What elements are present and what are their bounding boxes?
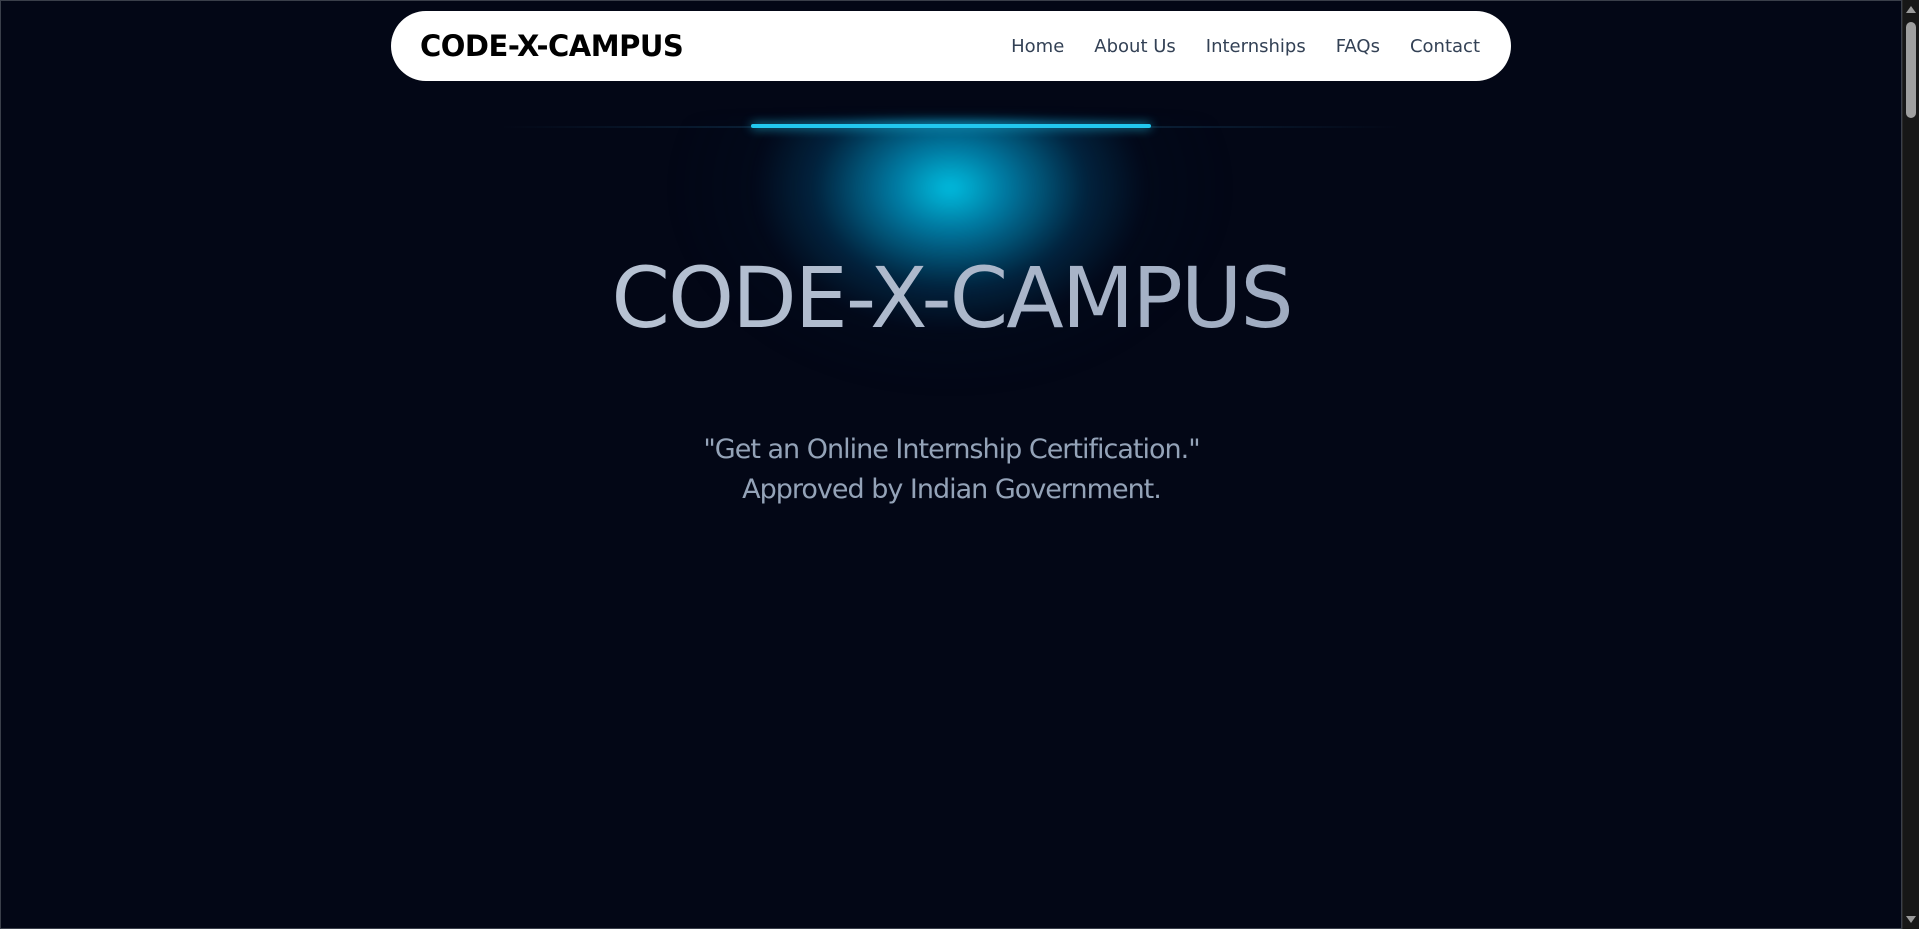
nav-link-contact[interactable]: Contact [1410, 36, 1480, 57]
brand-logo[interactable]: CODE-X-CAMPUS [420, 29, 684, 63]
scroll-up-arrow-icon[interactable] [1906, 6, 1916, 13]
nav-link-faqs[interactable]: FAQs [1336, 36, 1380, 57]
hero-subtitle-line-2: Approved by Indian Government. [742, 474, 1162, 505]
scroll-down-arrow-icon[interactable] [1906, 916, 1916, 923]
vertical-scrollbar[interactable] [1902, 0, 1919, 929]
nav-link-home[interactable]: Home [1011, 36, 1064, 57]
hero-title: CODE-X-CAMPUS [0, 248, 1903, 348]
scroll-thumb[interactable] [1906, 22, 1916, 118]
hero-subtitle-line-1: "Get an Online Internship Certification.… [703, 434, 1200, 465]
page: CODE-X-CAMPUS Home About Us Internships … [0, 0, 1919, 929]
nav-links: Home About Us Internships FAQs Contact [1011, 36, 1480, 57]
hero-subtitle: "Get an Online Internship Certification.… [0, 430, 1903, 510]
nav-link-about-us[interactable]: About Us [1094, 36, 1176, 57]
navbar: CODE-X-CAMPUS Home About Us Internships … [391, 11, 1511, 81]
glow-line [751, 124, 1151, 128]
nav-link-internships[interactable]: Internships [1206, 36, 1306, 57]
